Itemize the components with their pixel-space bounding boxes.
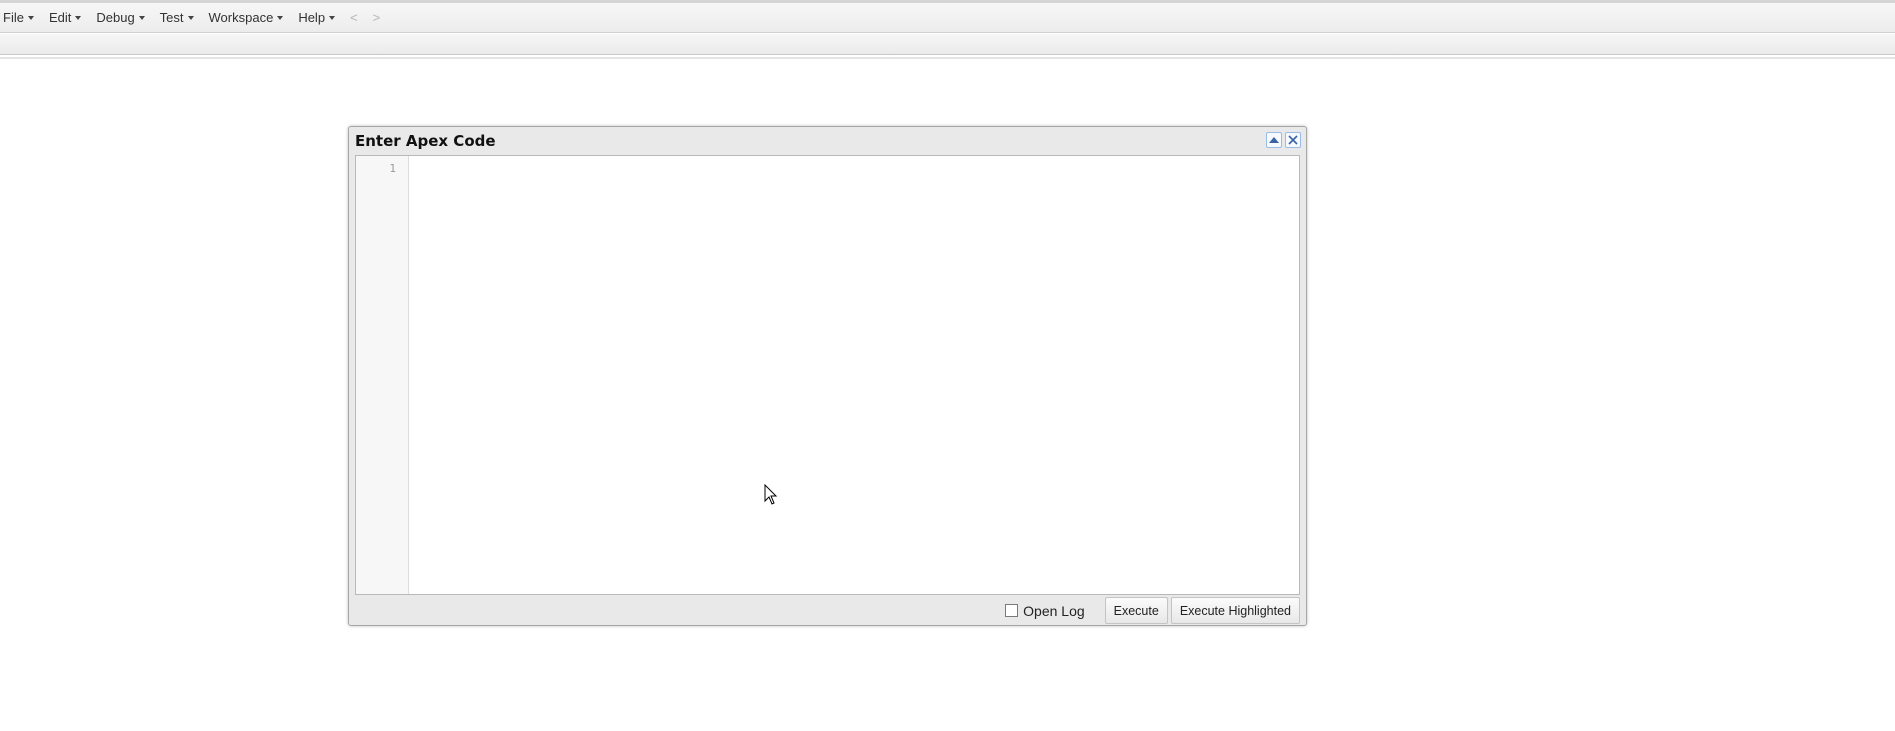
menu-file-label: File [3, 10, 24, 25]
open-log-label: Open Log [1023, 602, 1085, 619]
code-text-area[interactable] [410, 156, 1299, 594]
menu-test[interactable]: Test [160, 10, 194, 25]
menu-debug-label: Debug [96, 10, 135, 25]
execute-highlighted-button[interactable]: Execute Highlighted [1170, 597, 1300, 624]
toolbar [0, 34, 1895, 55]
dialog-title: Enter Apex Code [355, 131, 496, 150]
caret-down-icon [277, 16, 284, 20]
menu-help[interactable]: Help [298, 10, 336, 25]
menu-edit[interactable]: Edit [48, 10, 82, 25]
menu-help-label: Help [298, 10, 326, 25]
menu-workspace-label: Workspace [208, 10, 274, 25]
line-number-gutter: 1 [356, 156, 409, 594]
line-number: 1 [389, 162, 396, 175]
caret-down-icon [187, 16, 194, 20]
open-log-option[interactable]: Open Log [1005, 603, 1085, 619]
menu-workspace[interactable]: Workspace [209, 10, 284, 25]
caret-down-icon [75, 16, 82, 20]
caret-down-icon [329, 16, 336, 20]
collapse-up-icon[interactable] [1266, 132, 1282, 148]
back-arrow-icon[interactable]: < [350, 10, 358, 25]
apex-code-dialog: Enter Apex Code 1 Open Log Execute Execu… [348, 126, 1307, 626]
caret-down-icon [27, 16, 34, 20]
dialog-footer: Open Log Execute Execute Highlighted [355, 596, 1300, 625]
forward-arrow-icon[interactable]: > [373, 10, 381, 25]
menu-file[interactable]: File [3, 10, 34, 25]
menu-test-label: Test [159, 10, 184, 25]
mouse-pointer-icon [764, 484, 778, 505]
menu-bar: File Edit Debug Test Workspace Help < > [0, 3, 1895, 33]
dialog-header[interactable]: Enter Apex Code [349, 127, 1306, 154]
close-icon[interactable] [1285, 132, 1301, 148]
execute-button[interactable]: Execute [1104, 597, 1168, 624]
caret-down-icon [138, 16, 145, 20]
code-editor[interactable]: 1 [355, 155, 1300, 595]
toolbar-divider [0, 57, 1895, 59]
menu-debug[interactable]: Debug [96, 10, 145, 25]
open-log-checkbox[interactable] [1005, 604, 1019, 617]
menu-edit-label: Edit [48, 10, 72, 25]
